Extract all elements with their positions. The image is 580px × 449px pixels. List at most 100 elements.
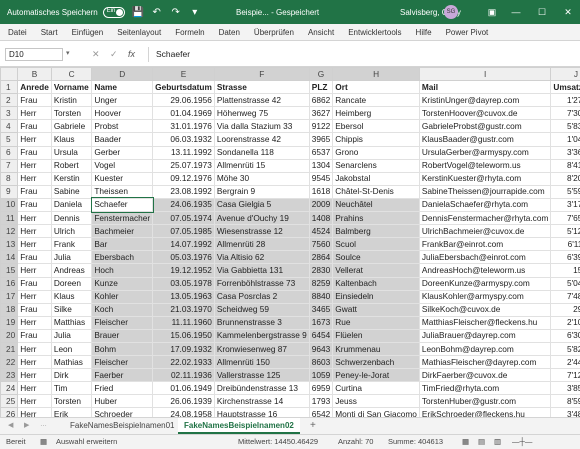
row-header[interactable]: 25 <box>0 394 19 409</box>
cell[interactable]: 8603 <box>308 355 334 370</box>
cell[interactable]: 3'366.00 <box>550 145 580 160</box>
column-title-cell[interactable]: Geburtsdatum <box>152 80 215 95</box>
cell[interactable]: Kammelenbergstrasse 9 <box>213 328 310 343</box>
ribbon-tab-9[interactable]: Hilfe <box>416 28 432 37</box>
cell[interactable]: FrankBar@einrot.com <box>418 237 552 252</box>
cell[interactable]: Dirk <box>50 368 93 383</box>
cell[interactable]: Herr <box>17 263 52 278</box>
cell[interactable]: 6'309.00 <box>550 328 580 343</box>
autosave-toggle[interactable]: Ein <box>102 6 125 18</box>
cell[interactable]: Avenue d'Ouchy 19 <box>213 211 310 226</box>
cell[interactable]: 6'393.00 <box>550 250 580 265</box>
cell[interactable]: 6537 <box>308 145 334 160</box>
cell[interactable]: Herr <box>17 355 52 370</box>
cell[interactable]: Matthias <box>50 315 93 330</box>
cell[interactable]: Bachmeier <box>91 224 154 239</box>
maximize-button[interactable]: ☐ <box>530 0 554 24</box>
cell[interactable]: Klaus <box>50 289 93 304</box>
cell[interactable]: 4524 <box>308 224 334 239</box>
cell[interactable]: Scuol <box>332 237 420 252</box>
cell[interactable]: Theissen <box>91 184 154 199</box>
cell[interactable]: Allmenrüti 15 <box>213 158 310 173</box>
cell[interactable]: Fleischer <box>91 355 154 370</box>
cell[interactable]: Frau <box>17 184 52 199</box>
cell[interactable]: 01.04.1969 <box>152 106 215 121</box>
cell[interactable]: Plattenstrasse 42 <box>213 93 310 108</box>
cell[interactable]: Hoover <box>91 106 154 121</box>
row-header[interactable]: 23 <box>0 368 19 383</box>
cell[interactable]: Kaltenbach <box>332 276 420 291</box>
cell[interactable]: Kohler <box>91 289 154 304</box>
add-sheet-icon[interactable]: + <box>310 420 316 431</box>
ribbon-tab-0[interactable]: Datei <box>8 28 27 37</box>
cell[interactable]: 07.05.1974 <box>152 211 215 226</box>
cell[interactable]: Frank <box>50 237 93 252</box>
cell[interactable]: Curtina <box>332 381 420 396</box>
cell[interactable]: UlrichBachmeier@cuvox.de <box>418 224 552 239</box>
close-button[interactable]: ✕ <box>556 0 580 24</box>
cell[interactable]: KlausKohler@armyspy.com <box>418 289 552 304</box>
cell[interactable]: 09.12.1976 <box>152 171 215 186</box>
cell[interactable]: JuliaBrauer@dayrep.com <box>418 328 552 343</box>
cell[interactable]: Herr <box>17 171 52 186</box>
minimize-button[interactable]: — <box>504 0 528 24</box>
cell[interactable]: 1059 <box>308 368 334 383</box>
cell[interactable]: Kerstin <box>50 171 93 186</box>
cell[interactable]: Frau <box>17 276 52 291</box>
row-header[interactable]: 7 <box>0 158 19 173</box>
cell[interactable]: Prahins <box>332 211 420 226</box>
ribbon-tab-5[interactable]: Daten <box>219 28 240 37</box>
cell[interactable]: Dennis <box>50 211 93 226</box>
cell[interactable]: Robert <box>50 158 93 173</box>
cell[interactable]: Hauptstrasse 16 <box>213 407 310 417</box>
spreadsheet-table[interactable]: BCDEFGHIJK 1AnredeVornameNameGeburtsdatu… <box>0 67 580 417</box>
cell[interactable]: Forrenböhlstrasse 73 <box>213 276 310 291</box>
cell[interactable]: Brauer <box>91 328 154 343</box>
cell[interactable]: Faerber <box>91 368 154 383</box>
sheet-tab-2[interactable]: FakeNamesBeispielnamen02 <box>178 418 300 434</box>
cell[interactable]: 5'047.00 <box>550 276 580 291</box>
cell[interactable]: Kirchenstrasse 14 <box>213 394 310 409</box>
cell[interactable]: Wiesenstrasse 12 <box>213 224 310 239</box>
cell[interactable]: 25.07.1973 <box>152 158 215 173</box>
cell[interactable]: 24.08.1958 <box>152 407 215 417</box>
cell[interactable]: 2830 <box>308 263 334 278</box>
cell[interactable]: 3465 <box>308 302 334 317</box>
cell[interactable]: Frau <box>17 145 52 160</box>
cell[interactable]: 7560 <box>308 237 334 252</box>
cell[interactable]: Vogel <box>91 158 154 173</box>
cell[interactable]: Julia <box>50 250 93 265</box>
row-header[interactable]: 11 <box>0 211 19 226</box>
cell[interactable]: Baader <box>91 132 154 147</box>
cell[interactable]: GabrieleProbst@gustr.com <box>418 119 552 134</box>
cell[interactable]: 1673 <box>308 315 334 330</box>
cell[interactable]: Châtel-St-Denis <box>332 184 420 199</box>
cell[interactable]: Ulrich <box>50 224 93 239</box>
cell[interactable]: Herr <box>17 381 52 396</box>
column-title-cell[interactable]: Ort <box>332 80 420 95</box>
cell[interactable]: Monti di San Giacomo <box>332 407 420 417</box>
row-header[interactable]: 2 <box>0 93 19 108</box>
cell[interactable]: 7'301.00 <box>550 106 580 121</box>
cell[interactable]: Torsten <box>50 106 93 121</box>
cell[interactable]: Schwerzenbach <box>332 355 420 370</box>
cell[interactable]: DoreenKunze@armyspy.com <box>418 276 552 291</box>
cell[interactable]: 1'043.00 <box>550 132 580 147</box>
cell[interactable]: Kunze <box>91 276 154 291</box>
select-all-corner[interactable] <box>0 67 19 82</box>
cell[interactable]: Doreen <box>50 276 93 291</box>
column-header[interactable]: I <box>418 67 552 82</box>
cell[interactable]: Balmberg <box>332 224 420 239</box>
column-header[interactable]: B <box>17 67 52 82</box>
cell[interactable]: Fried <box>91 381 154 396</box>
row-header[interactable]: 1 <box>0 80 19 95</box>
cell[interactable]: Krummenau <box>332 341 420 357</box>
cell[interactable]: 7'489.00 <box>550 289 580 304</box>
cell[interactable]: Via Altisio 62 <box>213 250 310 265</box>
cell[interactable]: Via Gabbietta 131 <box>213 263 310 278</box>
row-header[interactable]: 17 <box>0 289 19 304</box>
column-title-cell[interactable]: Anrede <box>17 80 52 95</box>
cell[interactable]: 23.08.1992 <box>152 184 215 199</box>
ribbon-tab-8[interactable]: Entwicklertools <box>348 28 401 37</box>
cell[interactable]: KerstinKuester@rhyta.com <box>418 171 552 186</box>
